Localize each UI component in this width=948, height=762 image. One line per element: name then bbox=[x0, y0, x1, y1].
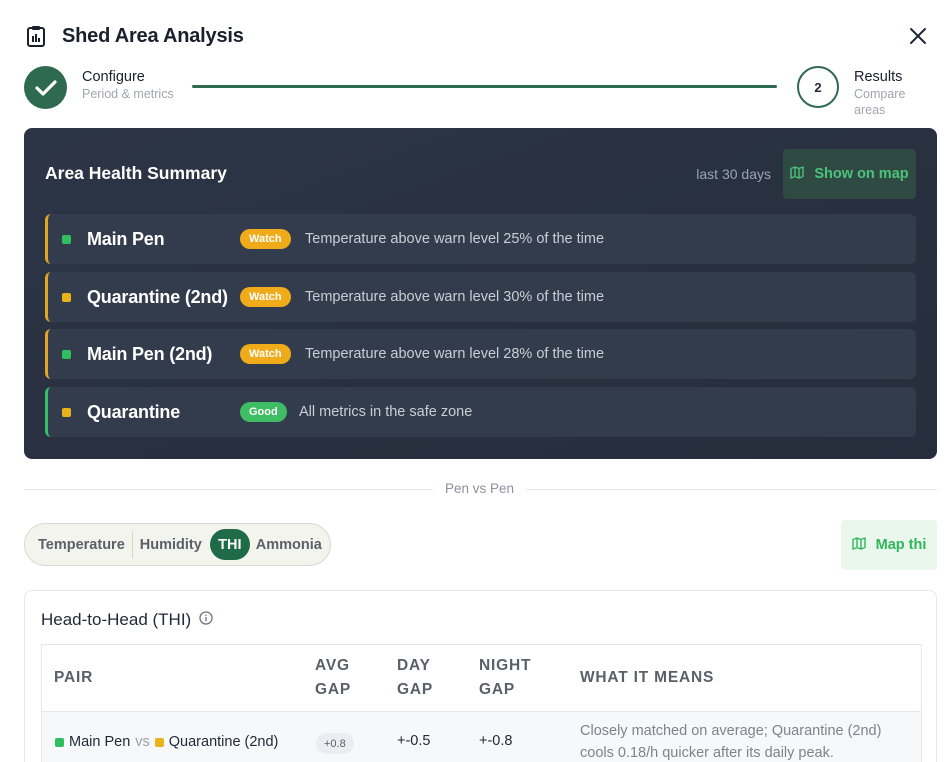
step-configure[interactable]: Configure Period & metrics bbox=[82, 68, 174, 102]
status-badge: Watch bbox=[240, 344, 291, 364]
show-on-map-button[interactable]: Show on map bbox=[783, 149, 916, 199]
area-health-summary-card: Area Health Summary last 30 days Show on… bbox=[24, 128, 937, 459]
head-to-head-title-row: Head-to-Head (THI) bbox=[41, 610, 213, 630]
close-icon[interactable] bbox=[906, 24, 930, 48]
status-badge: Watch bbox=[240, 229, 291, 249]
table-row[interactable]: Main Pen vs Quarantine (2nd) +0.8 +-0.5 … bbox=[42, 712, 921, 762]
area-name: Quarantine (2nd) bbox=[87, 286, 228, 307]
dialog-header: Shed Area Analysis bbox=[24, 22, 930, 50]
step-progress-line bbox=[192, 85, 777, 88]
status-badge: Watch bbox=[240, 287, 291, 307]
area-status-text: Temperature above warn level 25% of the … bbox=[305, 231, 605, 247]
head-to-head-title: Head-to-Head (THI) bbox=[41, 610, 192, 629]
area-row[interactable]: Main Pen Watch Temperature above warn le… bbox=[45, 214, 916, 264]
area-color-marker bbox=[154, 737, 164, 747]
column-header-line: DAY bbox=[397, 657, 431, 674]
column-header-night-gap: NIGHT GAP bbox=[479, 654, 531, 702]
pair-vs: vs bbox=[135, 734, 150, 750]
step-results[interactable]: Results Compare areas bbox=[854, 68, 938, 118]
avg-gap-pill: +0.8 bbox=[316, 733, 354, 754]
area-color-marker bbox=[62, 349, 71, 359]
column-header-pair: PAIR bbox=[54, 669, 94, 686]
area-status-text: All metrics in the safe zone bbox=[299, 404, 473, 420]
head-to-head-card: Head-to-Head (THI) PAIR AVG GAP DAY GAP … bbox=[24, 590, 937, 762]
meaning-line: cools 0.18/h quicker after its daily pea… bbox=[580, 745, 834, 761]
column-header-line: GAP bbox=[315, 681, 351, 698]
stepper: Configure Period & metrics 2 Results Com… bbox=[24, 64, 938, 117]
tab-temperature[interactable]: Temperature bbox=[38, 537, 125, 553]
clipboard-chart-icon bbox=[24, 24, 48, 48]
pair-area-a: Main Pen bbox=[69, 734, 131, 750]
tab-thi[interactable]: THI bbox=[209, 529, 250, 560]
area-row[interactable]: Quarantine (2nd) Watch Temperature above… bbox=[45, 272, 916, 322]
column-header-avg-gap: AVG GAP bbox=[315, 654, 351, 702]
column-header-line: AVG bbox=[315, 657, 350, 674]
tab-ammonia[interactable]: Ammonia bbox=[256, 537, 322, 553]
meaning-text: Closely matched on average; Quarantine (… bbox=[580, 720, 881, 762]
area-name: Main Pen bbox=[87, 228, 165, 249]
area-color-marker bbox=[62, 407, 71, 417]
metric-tabs: Temperature Humidity THI Ammonia bbox=[24, 523, 331, 566]
area-color-marker bbox=[62, 292, 71, 302]
area-status-text: Temperature above warn level 28% of the … bbox=[305, 346, 605, 362]
step-title: Results bbox=[854, 69, 903, 85]
day-gap-value: +-0.5 bbox=[397, 733, 431, 749]
summary-period: last 30 days bbox=[696, 166, 771, 182]
map-icon bbox=[790, 165, 805, 183]
step-subtitle: Compare areas bbox=[854, 87, 906, 117]
map-thi-label: Map thi bbox=[875, 537, 927, 553]
status-badge: Good bbox=[240, 402, 287, 422]
meaning-line: Closely matched on average; Quarantine (… bbox=[580, 723, 882, 739]
dialog-title: Shed Area Analysis bbox=[62, 24, 244, 47]
column-header-line: GAP bbox=[479, 681, 515, 698]
head-to-head-table: PAIR AVG GAP DAY GAP NIGHT GAP WHAT IT M… bbox=[41, 644, 922, 762]
map-thi-button[interactable]: Map thi bbox=[841, 520, 937, 570]
area-name: Main Pen (2nd) bbox=[87, 343, 213, 364]
area-row[interactable]: Main Pen (2nd) Watch Temperature above w… bbox=[45, 329, 916, 379]
step-number[interactable]: 2 bbox=[797, 66, 839, 108]
area-name: Quarantine bbox=[87, 401, 181, 422]
pair-area-b: Quarantine (2nd) bbox=[168, 734, 279, 750]
night-gap-value: +-0.8 bbox=[479, 733, 513, 749]
step-title: Configure bbox=[82, 69, 145, 85]
area-row[interactable]: Quarantine Good All metrics in the safe … bbox=[45, 387, 916, 437]
step-done-check-icon[interactable] bbox=[24, 66, 67, 109]
column-header-day-gap: DAY GAP bbox=[397, 654, 433, 702]
show-on-map-label: Show on map bbox=[814, 166, 909, 182]
pair-cell: Main Pen vs Quarantine (2nd) bbox=[55, 734, 278, 750]
area-color-marker bbox=[55, 737, 64, 747]
tab-humidity[interactable]: Humidity bbox=[140, 537, 202, 553]
summary-title: Area Health Summary bbox=[45, 163, 227, 183]
column-header-line: NIGHT bbox=[479, 657, 532, 674]
step-subtitle: Period & metrics bbox=[82, 87, 174, 101]
info-icon[interactable] bbox=[199, 610, 213, 630]
tab-separator bbox=[131, 531, 133, 558]
table-header: PAIR AVG GAP DAY GAP NIGHT GAP WHAT IT M… bbox=[42, 645, 921, 712]
column-header-meaning: WHAT IT MEANS bbox=[580, 669, 715, 686]
area-color-marker bbox=[62, 234, 71, 244]
area-status-text: Temperature above warn level 30% of the … bbox=[305, 289, 605, 305]
section-divider-label: Pen vs Pen bbox=[433, 481, 527, 496]
map-icon bbox=[851, 536, 866, 554]
column-header-line: GAP bbox=[397, 681, 433, 698]
